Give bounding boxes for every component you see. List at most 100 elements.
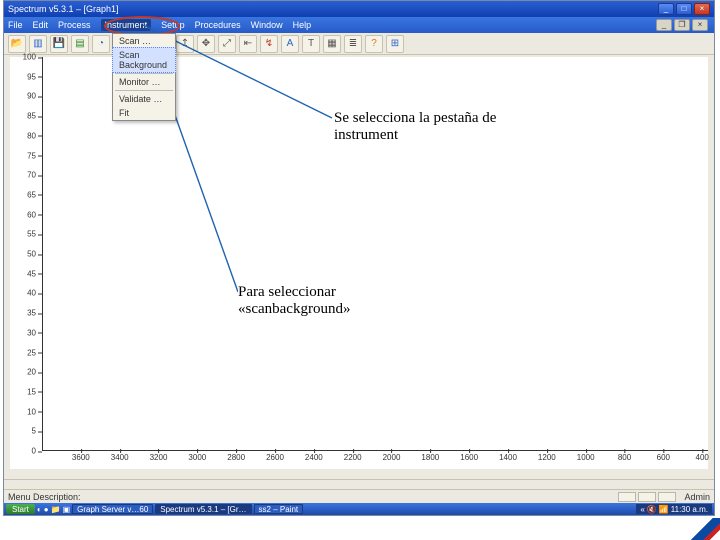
- menu-item-fit[interactable]: Fit: [113, 106, 175, 120]
- y-tick: 70: [27, 171, 36, 180]
- tray-item[interactable]: 📶: [659, 505, 669, 514]
- y-axis: 1009590858075706560555045403530252015105…: [10, 57, 42, 451]
- quicklaunch-icon[interactable]: ●: [44, 505, 49, 514]
- menubar[interactable]: File Edit Process Instrument Setup Procedures…: [4, 17, 714, 33]
- y-tick: 95: [27, 72, 36, 81]
- label-t-icon[interactable]: T: [302, 35, 320, 53]
- menu-process[interactable]: Process: [58, 20, 91, 30]
- quicklaunch-icon[interactable]: 📁: [51, 505, 61, 514]
- x-tick: 1000: [577, 453, 595, 462]
- menu-item-scan[interactable]: Scan …: [113, 34, 175, 48]
- pointer-up-icon[interactable]: ↥: [176, 35, 194, 53]
- y-tick: 100: [23, 53, 36, 62]
- y-tick: 45: [27, 269, 36, 278]
- zoom-auto-icon[interactable]: ⤢: [218, 35, 236, 53]
- status-cell: [658, 492, 676, 502]
- status-right: Admin: [684, 492, 710, 502]
- minimize-button[interactable]: _: [658, 3, 674, 15]
- x-tick: 3600: [72, 453, 90, 462]
- y-tick: 35: [27, 309, 36, 318]
- y-tick: 0: [32, 447, 36, 456]
- x-tick: 1800: [421, 453, 439, 462]
- system-tray[interactable]: «🔇📶11:30 a.m.: [636, 504, 712, 514]
- instrument-menu-dropdown[interactable]: Scan …Scan Background Monitor … Validate ……: [112, 33, 176, 121]
- close-button[interactable]: ×: [694, 3, 710, 15]
- menu-help[interactable]: Help: [293, 20, 312, 30]
- y-tick: 20: [27, 368, 36, 377]
- x-tick: 3000: [188, 453, 206, 462]
- annotation-scanbackground: Para seleccionar «scanbackground»: [238, 284, 398, 319]
- mdi-minimize-button[interactable]: _: [656, 19, 672, 31]
- x-tick: 2600: [266, 453, 284, 462]
- y-tick: 5: [32, 427, 36, 436]
- menu-item-validate[interactable]: Validate …: [113, 92, 175, 106]
- open-folder-icon[interactable]: 📂: [8, 35, 26, 53]
- slide-corner-brand: [686, 518, 720, 540]
- x-tick: 800: [618, 453, 631, 462]
- y-tick: 40: [27, 289, 36, 298]
- status-cell: [638, 492, 656, 502]
- menu-window[interactable]: Window: [251, 20, 283, 30]
- y-tick: 30: [27, 328, 36, 337]
- x-tick: 1200: [538, 453, 556, 462]
- x-axis: 3600340032003000280026002400220020001800…: [42, 451, 708, 469]
- scrollbar-area[interactable]: [4, 479, 714, 489]
- status-bar: Menu Description: Admin: [4, 489, 714, 503]
- quicklaunch-icon[interactable]: ◐: [37, 505, 42, 514]
- titlebar: Spectrum v5.3.1 – [Graph1] _ □ ×: [4, 1, 714, 17]
- mdi-restore-button[interactable]: ❐: [674, 19, 690, 31]
- x-tick: 600: [657, 453, 670, 462]
- y-tick: 85: [27, 112, 36, 121]
- pan-icon[interactable]: ✥: [197, 35, 215, 53]
- window-icon[interactable]: ⊞: [386, 35, 404, 53]
- text-a-icon[interactable]: A: [281, 35, 299, 53]
- menu-setup[interactable]: Setup: [161, 20, 185, 30]
- y-tick: 65: [27, 190, 36, 199]
- save-icon[interactable]: 💾: [50, 35, 68, 53]
- taskbar[interactable]: Start◐●📁▣Graph Server v…60Spectrum v5.3.…: [4, 503, 714, 515]
- status-left: Menu Description:: [8, 492, 81, 502]
- zoom-prev-icon[interactable]: ⇤: [239, 35, 257, 53]
- x-tick: 2000: [383, 453, 401, 462]
- taskbar-item[interactable]: Spectrum v5.3.1 – [Gr…: [155, 504, 251, 514]
- quicklaunch-icon[interactable]: ▣: [63, 505, 71, 514]
- start-button[interactable]: Start: [6, 504, 35, 514]
- tray-item[interactable]: 🔇: [647, 505, 657, 514]
- taskbar-item[interactable]: Graph Server v…60: [72, 504, 153, 514]
- status-cell: [618, 492, 636, 502]
- mdi-child-controls: _ ❐ ×: [654, 19, 708, 31]
- tray-item[interactable]: «: [640, 505, 644, 514]
- x-tick: 3200: [150, 453, 168, 462]
- menu-item-scan-background[interactable]: Scan Background: [112, 47, 176, 73]
- taskbar-item[interactable]: ss2 – Paint: [254, 504, 304, 514]
- menu-item-monitor[interactable]: Monitor …: [113, 75, 175, 89]
- y-tick: 10: [27, 407, 36, 416]
- annotation-instrument: Se selecciona la pestaña de instrument: [334, 110, 524, 145]
- toolbar: 📂▥💾▤◔◕■▶↥✥⤢⇤↯AT▦≣?⊞: [4, 33, 714, 55]
- list-icon[interactable]: ≣: [344, 35, 362, 53]
- graph-icon[interactable]: ▤: [71, 35, 89, 53]
- y-tick: 90: [27, 92, 36, 101]
- menu-file[interactable]: File: [8, 20, 23, 30]
- x-tick: 3400: [111, 453, 129, 462]
- y-tick: 25: [27, 348, 36, 357]
- x-tick: 1400: [499, 453, 517, 462]
- book-icon[interactable]: ▥: [29, 35, 47, 53]
- grid-icon[interactable]: ▦: [323, 35, 341, 53]
- menu-procedures[interactable]: Procedures: [195, 20, 241, 30]
- menu-edit[interactable]: Edit: [33, 20, 49, 30]
- y-tick: 50: [27, 250, 36, 259]
- x-tick: 2800: [227, 453, 245, 462]
- maximize-button[interactable]: □: [676, 3, 692, 15]
- xy-axis-icon[interactable]: ↯: [260, 35, 278, 53]
- y-tick: 75: [27, 151, 36, 160]
- x-tick: 2200: [344, 453, 362, 462]
- application-window: Spectrum v5.3.1 – [Graph1] _ □ × File Edi…: [3, 0, 715, 516]
- help-icon[interactable]: ?: [365, 35, 383, 53]
- x-tick: 400: [695, 453, 708, 462]
- x-tick: 1600: [460, 453, 478, 462]
- scan-icon[interactable]: ◔: [92, 35, 110, 53]
- mdi-close-button[interactable]: ×: [692, 19, 708, 31]
- tray-item[interactable]: 11:30 a.m.: [671, 505, 708, 514]
- menu-instrument[interactable]: Instrument: [101, 19, 152, 31]
